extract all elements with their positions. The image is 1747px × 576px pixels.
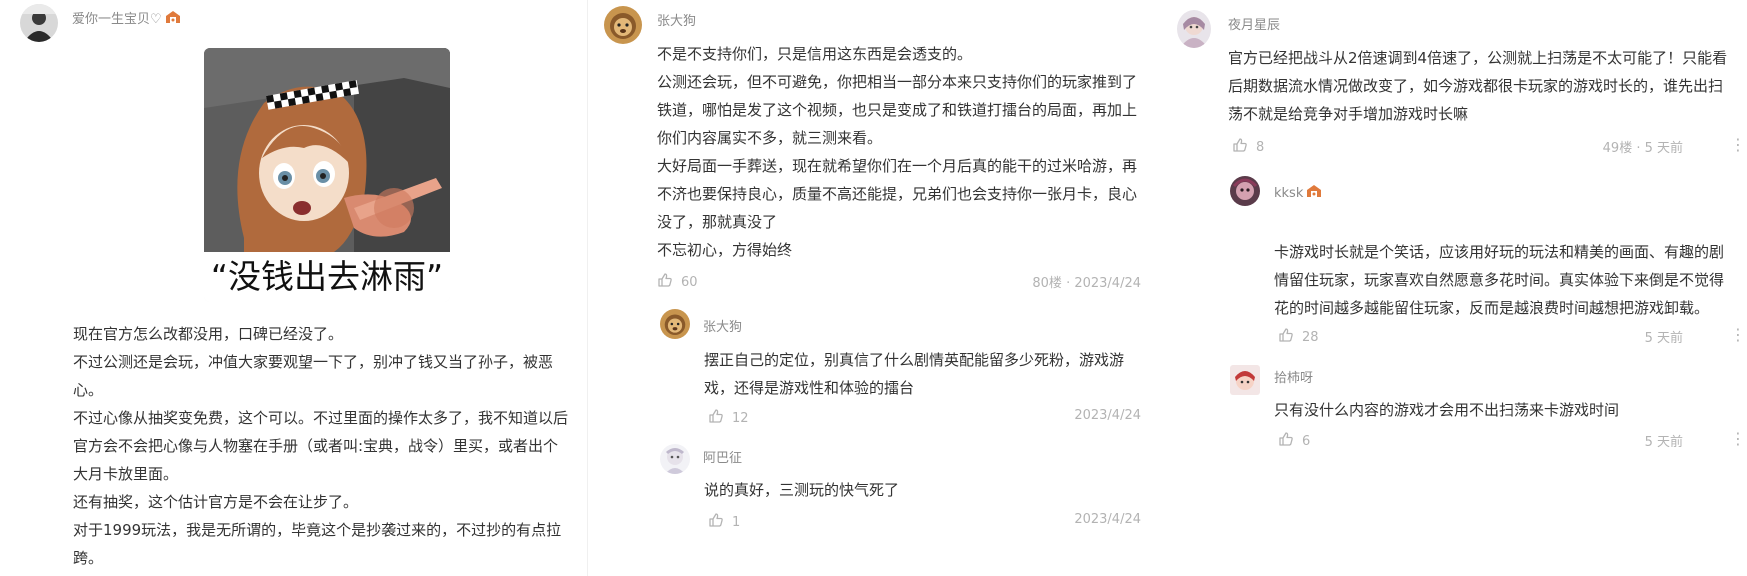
reply-body: 说的真好，三测玩的快气死了 [704, 481, 900, 499]
comment-paragraph: 还有抽奖，这个估计官方是不会在让步了。 [73, 493, 359, 511]
reply-avatar[interactable] [660, 444, 690, 474]
meme-image[interactable]: “没钱出去淋雨” [204, 48, 450, 302]
anime-girl-illustration [204, 48, 450, 252]
comment-paragraph: 现在官方怎么改都没用，口碑已经没了。 [73, 325, 344, 343]
reply-actions: 12 2023/4/24 [708, 408, 1141, 426]
comment-actions: 60 80楼 · 2023/4/24 [657, 272, 1141, 292]
comment-body: 现在官方怎么改都没用，口碑已经没了。 不过公测还是会玩，冲值大家要观望一下了，别… [73, 320, 573, 572]
reply-actions: 28 5 天前 [1278, 327, 1683, 347]
level-badge-icon [165, 10, 181, 29]
like-count: 28 [1302, 329, 1319, 345]
thumbs-up-icon [708, 408, 724, 428]
comment-paragraph: 对于1999玩法，我是无所谓的，毕竟这个是抄袭过来的，不过抄的有点拉跨。 [73, 521, 562, 567]
more-vertical-icon[interactable]: ⋮ [1730, 137, 1746, 153]
reply-body: 卡游戏时长就是个笑话，应该用好玩的玩法和精美的画面、有趣的剧情留住玩家，玩家喜欢… [1274, 243, 1725, 317]
reply-username[interactable]: 拾柿呀 [1274, 371, 1313, 387]
like-count: 1 [732, 514, 741, 530]
comment-body: 不是不支持你们，只是信用这东西是会透支的。 公测还会玩，但不可避免，你把相当一部… [657, 40, 1149, 264]
comment-paragraph: 不忘初心，方得始终 [657, 241, 793, 259]
reply-body: 只有没什么内容的游戏才会用不出扫荡来卡游戏时间 [1274, 401, 1620, 419]
comment-column-1: 爱你一生宝贝♡ “没钱出去淋雨” 现在官方怎么改都没用，口碑已经没了。 不过公测… [0, 0, 588, 576]
level-badge-icon [1306, 184, 1322, 203]
reply-username[interactable]: 张大狗 [703, 320, 742, 336]
thumbs-up-icon [1278, 431, 1294, 451]
reply-avatar[interactable] [660, 309, 690, 339]
meme-caption: “没钱出去淋雨” [204, 252, 450, 302]
like-button[interactable]: 28 [1278, 327, 1319, 347]
like-count: 60 [681, 274, 698, 290]
more-vertical-icon[interactable]: ⋮ [1730, 431, 1746, 447]
comment-column-3: 夜月星辰 官方已经把战斗从2倍速调到4倍速了，公测就上扫荡是不太可能了！只能看后… [1170, 0, 1747, 576]
thumbs-up-icon [1278, 327, 1294, 347]
comment-actions: 8 49楼 · 5 天前 [1232, 137, 1683, 157]
more-vertical-icon[interactable]: ⋮ [1730, 327, 1746, 343]
comment-paragraph: 公测还会玩，但不可避免，你把相当一部分本来只支持你们的玩家推到了铁道，哪怕是发了… [657, 73, 1138, 147]
reply-actions: 1 2023/4/24 [708, 512, 1141, 530]
like-count: 12 [732, 410, 749, 426]
like-button[interactable]: 12 [708, 408, 749, 428]
reply-actions: 6 5 天前 [1278, 431, 1683, 451]
reply-body: 摆正自己的定位，别真信了什么剧情英配能留多少死粉，游戏游戏，还得是游戏性和体验的… [704, 351, 1125, 397]
user-avatar[interactable] [1177, 10, 1211, 48]
floor-and-date: 49楼 · 5 天前 [1602, 141, 1683, 156]
comment-paragraph: 大好局面一手葬送，现在就希望你们在一个月后真的能干的过米哈游，再不济也要保持良心… [657, 157, 1138, 231]
user-avatar[interactable] [604, 6, 642, 44]
comment-paragraph: 不过心像从抽奖变免费，这个可以。不过里面的操作太多了，我不知道以后官方会不会把心… [73, 409, 569, 483]
user-avatar[interactable] [20, 4, 58, 42]
thumbs-up-icon [657, 272, 673, 292]
reply-date: 2023/4/24 [1074, 408, 1141, 423]
username[interactable]: 爱你一生宝贝♡ [72, 10, 181, 29]
reply-username[interactable]: kksk [1274, 184, 1322, 203]
reply-date: 5 天前 [1644, 435, 1683, 450]
like-count: 6 [1302, 433, 1311, 449]
thumbs-up-icon [708, 512, 724, 532]
like-count: 8 [1256, 139, 1265, 155]
floor-and-date: 80楼 · 2023/4/24 [1032, 276, 1141, 291]
reply-avatar[interactable] [1230, 365, 1260, 395]
username[interactable]: 夜月星辰 [1228, 18, 1280, 34]
comment-paragraph: 不是不支持你们，只是信用这东西是会透支的。 [657, 45, 973, 63]
thumbs-up-icon [1232, 137, 1248, 157]
reply-date: 2023/4/24 [1074, 512, 1141, 527]
username[interactable]: 张大狗 [657, 14, 696, 30]
comment-paragraph: 不过公测还是会玩，冲值大家要观望一下了，别冲了钱又当了孙子，被恶心。 [73, 353, 554, 399]
reply-date: 5 天前 [1644, 331, 1683, 346]
like-button[interactable]: 60 [657, 272, 698, 292]
reply-username[interactable]: 阿巴征 [703, 451, 742, 467]
comment-column-2: 张大狗 不是不支持你们，只是信用这东西是会透支的。 公测还会玩，但不可避免，你把… [588, 0, 1181, 576]
reply-avatar[interactable] [1230, 176, 1260, 206]
like-button[interactable]: 1 [708, 512, 740, 532]
like-button[interactable]: 8 [1232, 137, 1264, 157]
like-button[interactable]: 6 [1278, 431, 1310, 451]
comment-body: 官方已经把战斗从2倍速调到4倍速了，公测就上扫荡是不太可能了！只能看后期数据流水… [1228, 49, 1728, 123]
